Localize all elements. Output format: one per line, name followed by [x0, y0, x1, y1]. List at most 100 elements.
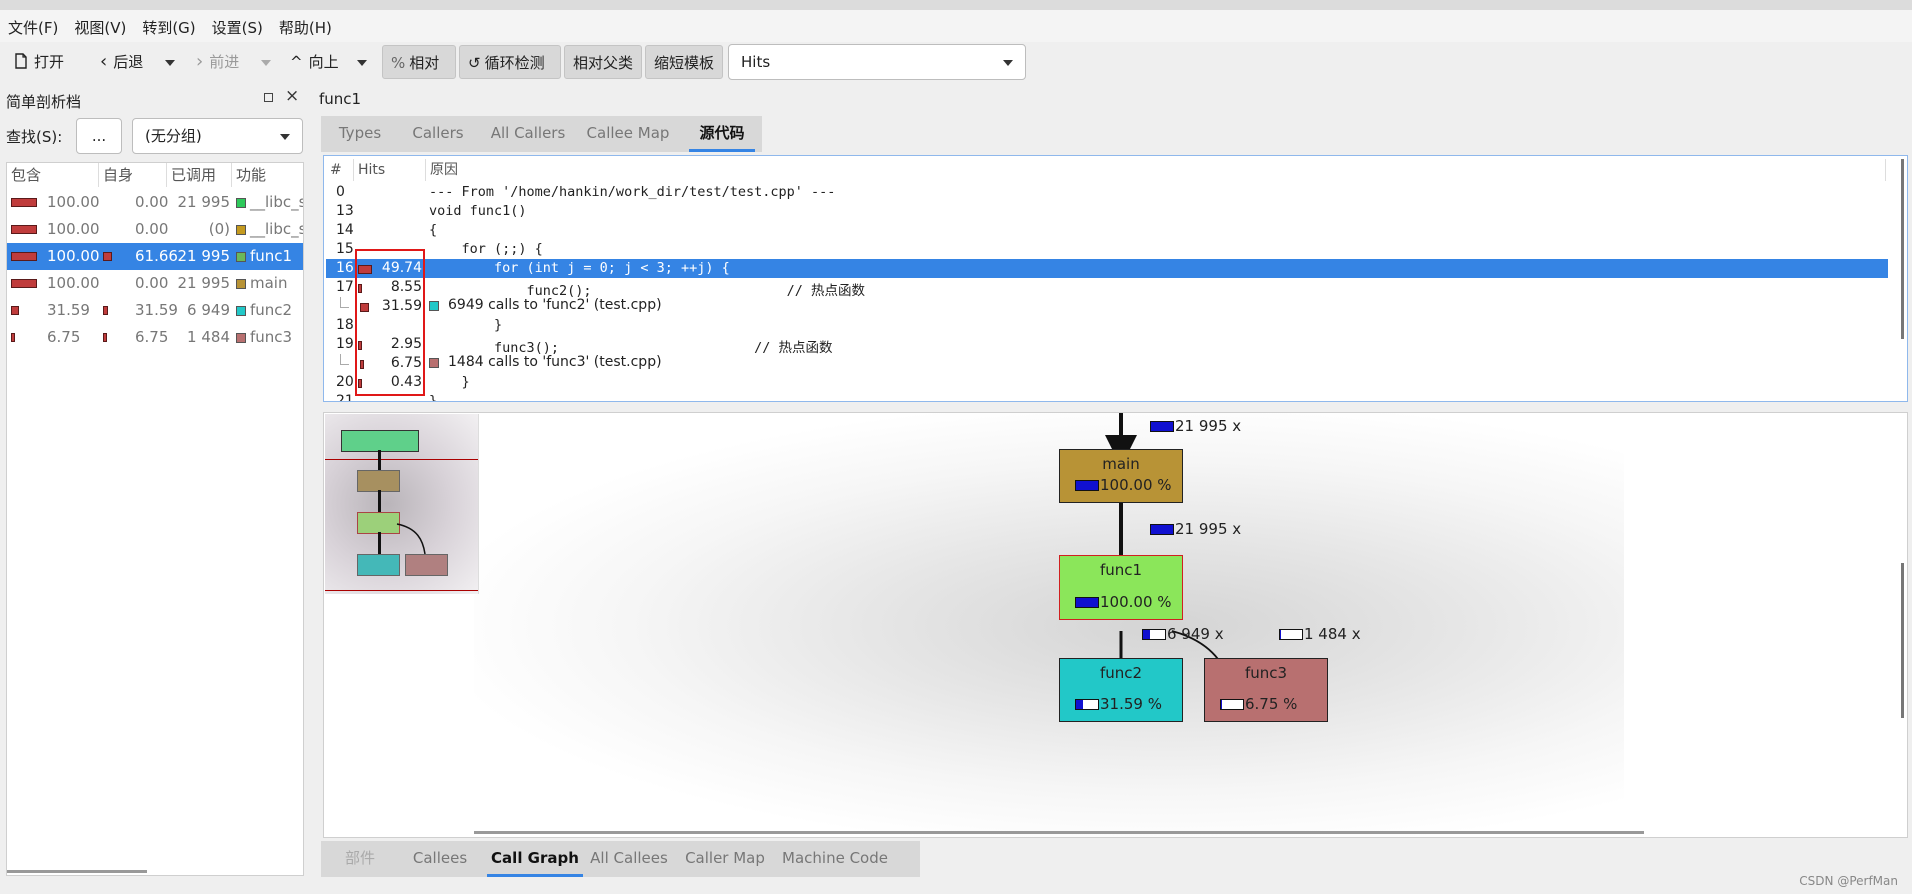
- menu-file[interactable]: 文件(F): [0, 10, 66, 38]
- menu-view[interactable]: 视图(V): [66, 10, 134, 38]
- source-line[interactable]: 0 --- From '/home/hankin/work_dir/test/te…: [326, 183, 1888, 202]
- node-pct-text: 6.75 %: [1245, 695, 1298, 713]
- function-row[interactable]: 100.00 61.66 21 995 func1: [7, 243, 303, 270]
- horizontal-scrollbar[interactable]: [7, 870, 147, 873]
- chevron-left-icon: ‹: [100, 51, 108, 72]
- source-line[interactable]: 15 for (;;) {: [326, 240, 1888, 259]
- tab-callees[interactable]: Callees: [399, 841, 481, 877]
- open-button[interactable]: 打开: [6, 45, 72, 79]
- function-color-swatch: [236, 198, 246, 208]
- tab-parts[interactable]: 部件: [321, 841, 399, 877]
- back-dropdown-caret-icon[interactable]: [165, 60, 175, 66]
- node-name: func2: [1099, 664, 1143, 682]
- inclusive-bar: [11, 252, 37, 261]
- relative-toggle[interactable]: % 相对: [382, 45, 456, 79]
- col-line[interactable]: #: [326, 159, 354, 181]
- graph-hscrollbar[interactable]: [474, 831, 1644, 834]
- col-called[interactable]: 已调用: [167, 163, 232, 187]
- tab-machine-code[interactable]: Machine Code: [775, 841, 895, 877]
- panel-float-icon[interactable]: [264, 93, 273, 102]
- function-color-swatch: [236, 279, 246, 289]
- called-value: 1 484: [187, 328, 230, 346]
- inclusive-bar: [11, 198, 37, 207]
- node-pct-text: 31.59 %: [1100, 695, 1162, 713]
- graph-vscrollbar[interactable]: [1901, 563, 1904, 718]
- shorten-templates-toggle[interactable]: 缩短模板: [645, 45, 723, 79]
- menu-goto[interactable]: 转到(G): [134, 10, 203, 38]
- call-row[interactable]: 6.75 1484 calls to 'func3' (test.cpp): [326, 354, 1888, 373]
- tab-all-callers[interactable]: All Callers: [477, 116, 579, 152]
- line-number: 0: [336, 184, 345, 200]
- source-line[interactable]: 13 void func1(): [326, 202, 1888, 221]
- tab-all-callees[interactable]: All Callees: [583, 841, 675, 877]
- percent-icon: %: [391, 54, 406, 72]
- search-input[interactable]: ...: [76, 118, 122, 154]
- function-row[interactable]: 31.59 31.59 6 949 func2: [7, 297, 303, 324]
- graph-node-func1[interactable]: func1 100.00 %: [1059, 555, 1183, 620]
- col-function[interactable]: 功能: [232, 163, 303, 187]
- up-dropdown-caret-icon[interactable]: [357, 60, 367, 66]
- call-row[interactable]: 31.59 6949 calls to 'func2' (test.cpp): [326, 297, 1888, 316]
- node-percentage: 100.00 %: [1075, 593, 1172, 611]
- self-value: 0.00: [135, 274, 169, 292]
- menu-settings[interactable]: 设置(S): [204, 10, 271, 38]
- highlight-box: [355, 249, 425, 396]
- function-row[interactable]: 6.75 6.75 1 484 func3: [7, 324, 303, 351]
- back-button[interactable]: ‹ 后退: [92, 45, 151, 79]
- node-name: func3: [1244, 664, 1288, 682]
- menu-help[interactable]: 帮助(H): [271, 10, 340, 38]
- call-tree-connector: [340, 354, 349, 365]
- inclusive-value: 100.00: [47, 220, 100, 238]
- inclusive-bar: [11, 333, 15, 342]
- function-row[interactable]: 100.00 0.00 21 995 main: [7, 270, 303, 297]
- tab-types[interactable]: Types: [321, 116, 399, 152]
- call-description: 1484 calls to 'func3' (test.cpp): [448, 354, 662, 370]
- cycle-detection-toggle[interactable]: ↺ 循环检测: [459, 45, 561, 79]
- source-code: --- From '/home/hankin/work_dir/test/tes…: [429, 184, 836, 200]
- open-file-icon: [15, 53, 27, 69]
- graph-node-main[interactable]: main 100.00 %: [1059, 449, 1183, 503]
- relative-parent-toggle[interactable]: 相对父类: [564, 45, 642, 79]
- tab-caller-map[interactable]: Caller Map: [675, 841, 775, 877]
- function-row[interactable]: 100.00 0.00 (0) __libc_s: [7, 216, 303, 243]
- event-type-select[interactable]: Hits: [728, 44, 1026, 80]
- source-line[interactable]: 18 }: [326, 316, 1888, 335]
- tab-call-graph[interactable]: Call Graph: [487, 841, 583, 877]
- col-hits[interactable]: Hits: [354, 159, 426, 181]
- graph-node-func2[interactable]: func2 31.59 %: [1059, 658, 1183, 722]
- graph-node-func3[interactable]: func3 6.75 %: [1204, 658, 1328, 722]
- edge-label-text: 6 949 x: [1167, 625, 1224, 643]
- source-line[interactable]: 21}: [326, 392, 1888, 402]
- source-line[interactable]: 19 2.95 func3(); // 热点函数: [326, 335, 1888, 356]
- relative-label: 相对: [409, 54, 440, 72]
- source-code: }: [429, 374, 470, 390]
- tab-source-code[interactable]: 源代码: [689, 116, 755, 152]
- line-number: 21: [336, 393, 354, 402]
- source-code: func3(); // 热点函数: [429, 340, 833, 356]
- source-line[interactable]: 16 49.74 for (int j = 0; j < 3; ++j) {: [326, 259, 1888, 278]
- source-line[interactable]: 20 0.43 }: [326, 373, 1888, 392]
- source-line[interactable]: 14 {: [326, 221, 1888, 240]
- tab-callee-map[interactable]: Callee Map: [579, 116, 677, 152]
- col-inclusive[interactable]: 包含: [7, 163, 99, 187]
- function-row[interactable]: 100.00 0.00 21 995 __libc_s: [7, 189, 303, 216]
- source-line[interactable]: 17 8.55 func2(); // 热点函数: [326, 278, 1888, 299]
- group-select[interactable]: (无分组): [132, 118, 303, 154]
- up-button[interactable]: ^ 向上: [282, 45, 347, 79]
- function-name: func3: [250, 328, 293, 346]
- inclusive-value: 6.75: [47, 328, 81, 346]
- function-name: func2: [250, 301, 293, 319]
- line-number: 20: [336, 374, 354, 390]
- panel-close-icon[interactable]: ×: [285, 86, 299, 106]
- tab-callers[interactable]: Callers: [399, 116, 477, 152]
- col-self[interactable]: 自身: [99, 163, 167, 187]
- function-color-swatch: [236, 225, 246, 235]
- node-cost-bar: [1220, 699, 1244, 710]
- forward-dropdown-caret-icon[interactable]: [261, 60, 271, 66]
- source-scrollbar[interactable]: [1901, 159, 1904, 339]
- self-value: 0.00: [135, 193, 169, 211]
- forward-button[interactable]: › 前进: [188, 45, 247, 79]
- col-reason[interactable]: 原因: [426, 159, 1886, 181]
- edge-label-text: 21 995 x: [1175, 417, 1242, 435]
- source-code: func2(); // 热点函数: [429, 283, 866, 299]
